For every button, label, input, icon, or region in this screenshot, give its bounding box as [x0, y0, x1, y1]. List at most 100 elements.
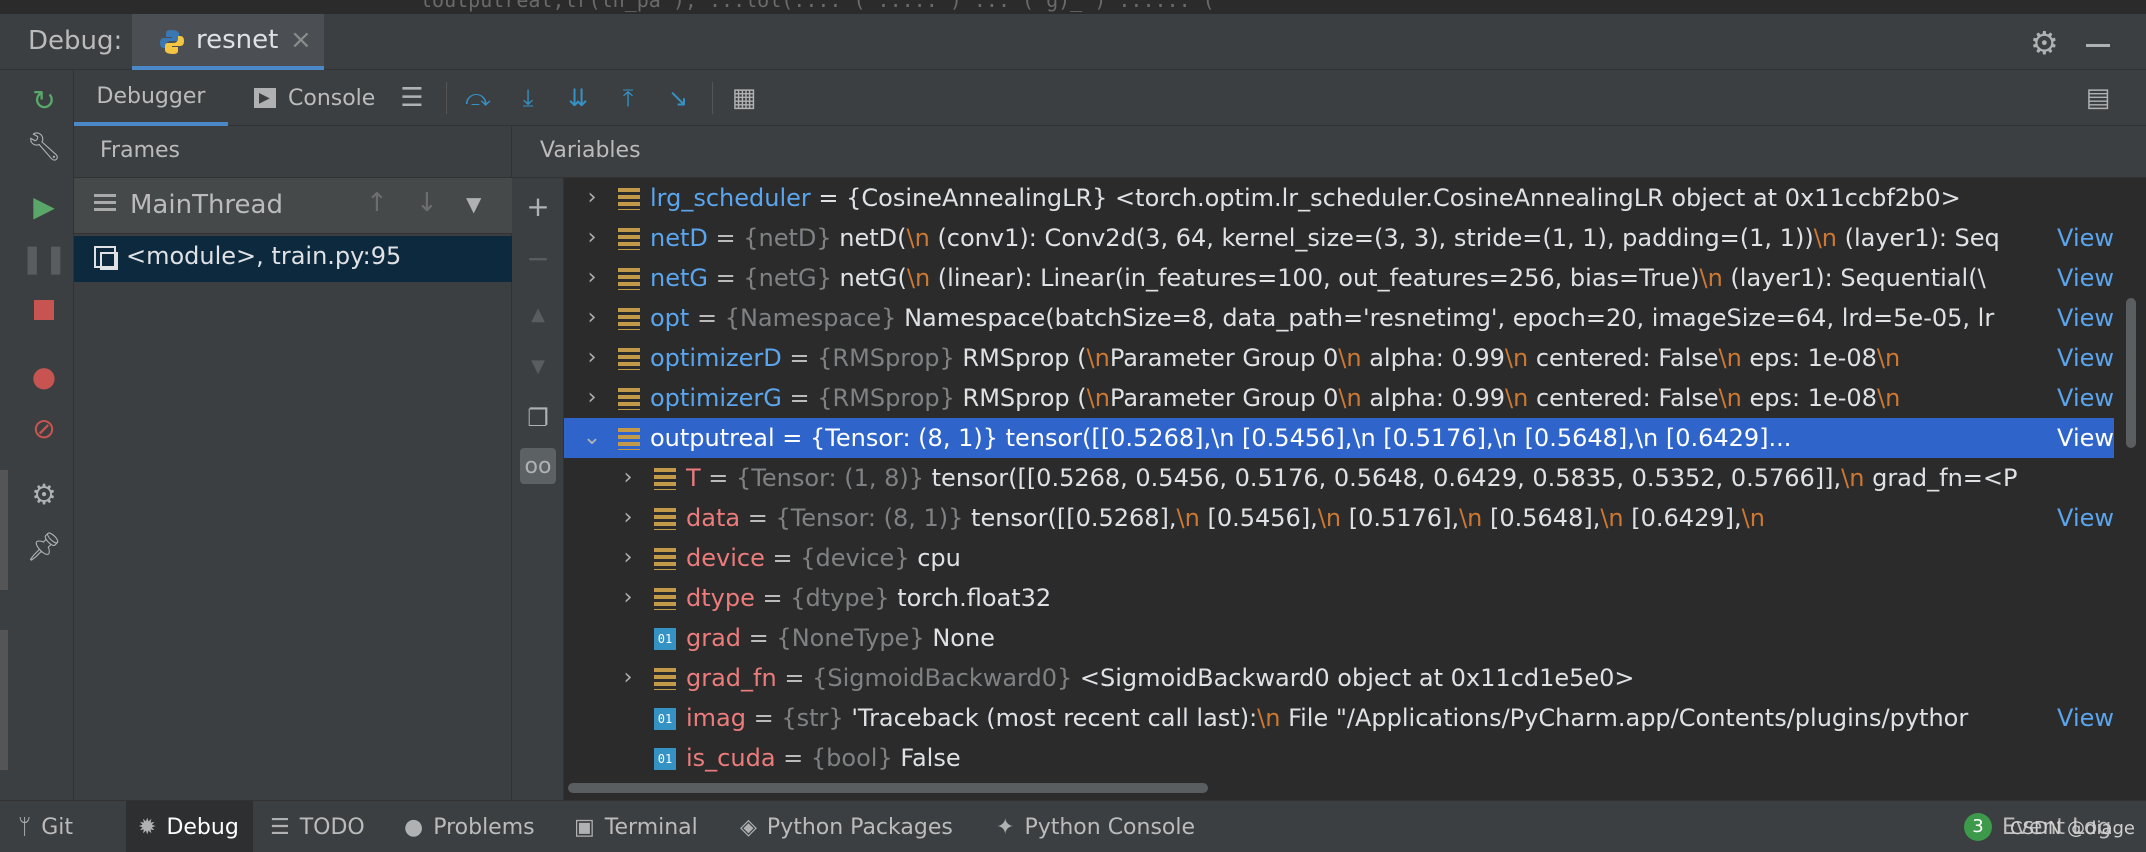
evaluate-expression-icon[interactable]: ▦ [726, 80, 762, 116]
frame-item[interactable]: <module>, train.py:95 [74, 236, 512, 282]
chevron-down-icon[interactable]: ▼ [466, 192, 481, 216]
variable-row[interactable]: › opt = {Namespace} Namespace(batchSize=8… [564, 298, 2114, 338]
view-link[interactable]: View [2051, 338, 2114, 378]
remove-watch-icon[interactable]: − [520, 240, 556, 276]
horizontal-scroll-thumb[interactable] [568, 783, 1208, 793]
favorites-edge-tab[interactable] [0, 630, 8, 770]
mute-breakpoints-icon[interactable]: ⊘ [24, 408, 64, 448]
chevron-down-icon[interactable]: ⌄ [580, 418, 604, 458]
view-link[interactable]: View [2051, 298, 2114, 338]
variable-type: {netG} [743, 264, 832, 292]
variable-row[interactable]: › netG = {netG} netG(\n (linear): Linear(… [564, 258, 2114, 298]
step-out-icon[interactable]: ⤒ [610, 80, 646, 116]
variable-text: optimizerG = {RMSprop} RMSprop (\nParame… [650, 378, 2114, 418]
variable-row[interactable]: 01 is_cuda = {bool} False [564, 738, 2114, 774]
chevron-right-icon[interactable]: › [580, 178, 604, 218]
variable-name: optimizerD [650, 344, 782, 372]
wrench-icon[interactable]: 🔧︎ [24, 126, 64, 166]
toolwindow-tab-label: Problems [433, 814, 535, 840]
variable-row[interactable]: › grad_fn = {SigmoidBackward0} <SigmoidBa… [564, 658, 2114, 698]
toolwindow-tab-debug[interactable]: ✹ Debug [126, 801, 253, 852]
glasses-icon[interactable]: oo [520, 448, 556, 484]
toolwindow-tab-todo[interactable]: ☰ TODO [270, 801, 365, 852]
vertical-scrollbar[interactable] [2114, 178, 2146, 800]
toolwindow-tab-git[interactable]: ᛘ Git [18, 801, 73, 852]
variable-row[interactable]: › optimizerD = {RMSprop} RMSprop (\nParam… [564, 338, 2114, 378]
layout-menu-icon[interactable]: ☰ [394, 80, 430, 116]
settings-icon[interactable]: ⚙ [24, 474, 64, 514]
tab-console-label: Console [288, 85, 376, 111]
tab-debugger[interactable]: Debugger [74, 70, 228, 126]
run-to-cursor-icon[interactable]: ↘ [660, 80, 696, 116]
equals-sign: = [689, 304, 725, 332]
view-link[interactable]: View [2051, 258, 2114, 298]
chevron-right-icon[interactable]: › [580, 378, 604, 418]
variable-name: lrg_scheduler [650, 184, 811, 212]
view-link[interactable]: View [2051, 378, 2114, 418]
pause-icon[interactable]: ❚❚ [21, 238, 68, 278]
variable-row[interactable]: › optimizerG = {RMSprop} RMSprop (\nParam… [564, 378, 2114, 418]
copy-icon[interactable]: ❐ [520, 400, 556, 436]
variable-row[interactable]: › data = {Tensor: (8, 1)} tensor([[0.5268… [564, 498, 2114, 538]
step-over-icon[interactable]: ⤼ [460, 80, 496, 116]
variable-row[interactable]: 01 imag = {str} 'Traceback (most recent c… [564, 698, 2114, 738]
toolwindow-tab-problems[interactable]: ● Problems [404, 801, 535, 852]
thread-selector[interactable]: MainThread ↑ ↓ ▼ [74, 178, 512, 234]
thread-icon [94, 194, 116, 215]
rerun-icon[interactable]: ↻ [24, 80, 64, 120]
view-link[interactable]: View [2051, 498, 2114, 538]
chevron-right-icon[interactable]: › [580, 258, 604, 298]
variable-row[interactable]: 01 grad = {NoneType} None [564, 618, 2114, 658]
chevron-right-icon[interactable]: › [580, 298, 604, 338]
new-watch-icon[interactable]: + [520, 188, 556, 224]
move-up-icon[interactable]: ▲ [520, 296, 556, 332]
variable-value: None [924, 624, 995, 652]
step-into-my-code-icon[interactable]: ⇊ [560, 80, 596, 116]
close-icon[interactable]: × [290, 25, 312, 55]
gear-icon[interactable]: ⚙ [2030, 24, 2059, 62]
variable-row[interactable]: › dtype = {dtype} torch.float32 [564, 578, 2114, 618]
variable-text: outputreal = {Tensor: (8, 1)} tensor([[0… [650, 418, 2114, 458]
newline-escape: \n [1176, 504, 1200, 532]
chevron-right-icon[interactable]: › [616, 578, 640, 618]
variable-row[interactable]: › lrg_scheduler = {CosineAnnealingLR} <to… [564, 178, 2114, 218]
move-down-icon[interactable]: ▼ [520, 348, 556, 384]
view-link[interactable]: View [2051, 418, 2114, 458]
newline-escape: \n [1634, 424, 1659, 452]
view-link[interactable]: View [2051, 698, 2114, 738]
variable-row[interactable]: › netD = {netD} netD(\n (conv1): Conv2d(3… [564, 218, 2114, 258]
arrow-down-icon[interactable]: ↓ [416, 188, 438, 218]
view-link[interactable]: View [2051, 218, 2114, 258]
variable-row[interactable]: › T = {Tensor: (1, 8)} tensor([[0.5268, 0… [564, 458, 2114, 498]
pin-icon[interactable]: 📌︎ [24, 526, 64, 566]
minimize-icon[interactable] [2086, 44, 2110, 47]
tab-console[interactable]: ▶ Console [254, 70, 375, 126]
variable-row[interactable]: ⌄ outputreal = {Tensor: (8, 1)} tensor([[… [564, 418, 2114, 458]
chevron-right-icon[interactable]: › [616, 658, 640, 698]
structure-edge-tab[interactable] [0, 470, 8, 590]
toolwindow-tab-python-packages[interactable]: ◈ Python Packages [740, 801, 953, 852]
newline-escape: \n [1505, 384, 1529, 412]
layers-icon: ◈ [740, 814, 757, 840]
step-into-icon[interactable]: ⤓ [510, 80, 546, 116]
horizontal-scrollbar[interactable] [564, 774, 2114, 800]
chevron-right-icon[interactable]: › [616, 498, 640, 538]
equals-sign: = [700, 464, 737, 492]
run-config-tab[interactable]: resnet × [132, 14, 324, 70]
chevron-right-icon[interactable]: › [616, 458, 640, 498]
arrow-up-icon[interactable]: ↑ [366, 188, 388, 218]
variable-row[interactable]: › device = {device} cpu [564, 538, 2114, 578]
toolwindow-tab-python-console[interactable]: ✦ Python Console [996, 801, 1195, 852]
chevron-right-icon[interactable]: › [616, 538, 640, 578]
resume-icon[interactable]: ▶ [24, 186, 64, 226]
stop-icon[interactable] [24, 290, 64, 330]
view-breakpoints-icon[interactable]: ● [24, 356, 64, 396]
editor-fragment: loutputreal,lr(ln_pa ), ...lol(.... ( ..… [420, 0, 1215, 12]
chevron-right-icon[interactable]: › [580, 218, 604, 258]
chevron-right-icon[interactable]: › [580, 338, 604, 378]
variable-text: netD = {netD} netD(\n (conv1): Conv2d(3,… [650, 218, 2114, 258]
layout-settings-icon[interactable]: ▤ [2080, 80, 2116, 116]
toolwindow-tab-terminal[interactable]: ▣ Terminal [574, 801, 698, 852]
vertical-scroll-thumb[interactable] [2126, 298, 2136, 448]
variable-name: dtype [686, 584, 755, 612]
